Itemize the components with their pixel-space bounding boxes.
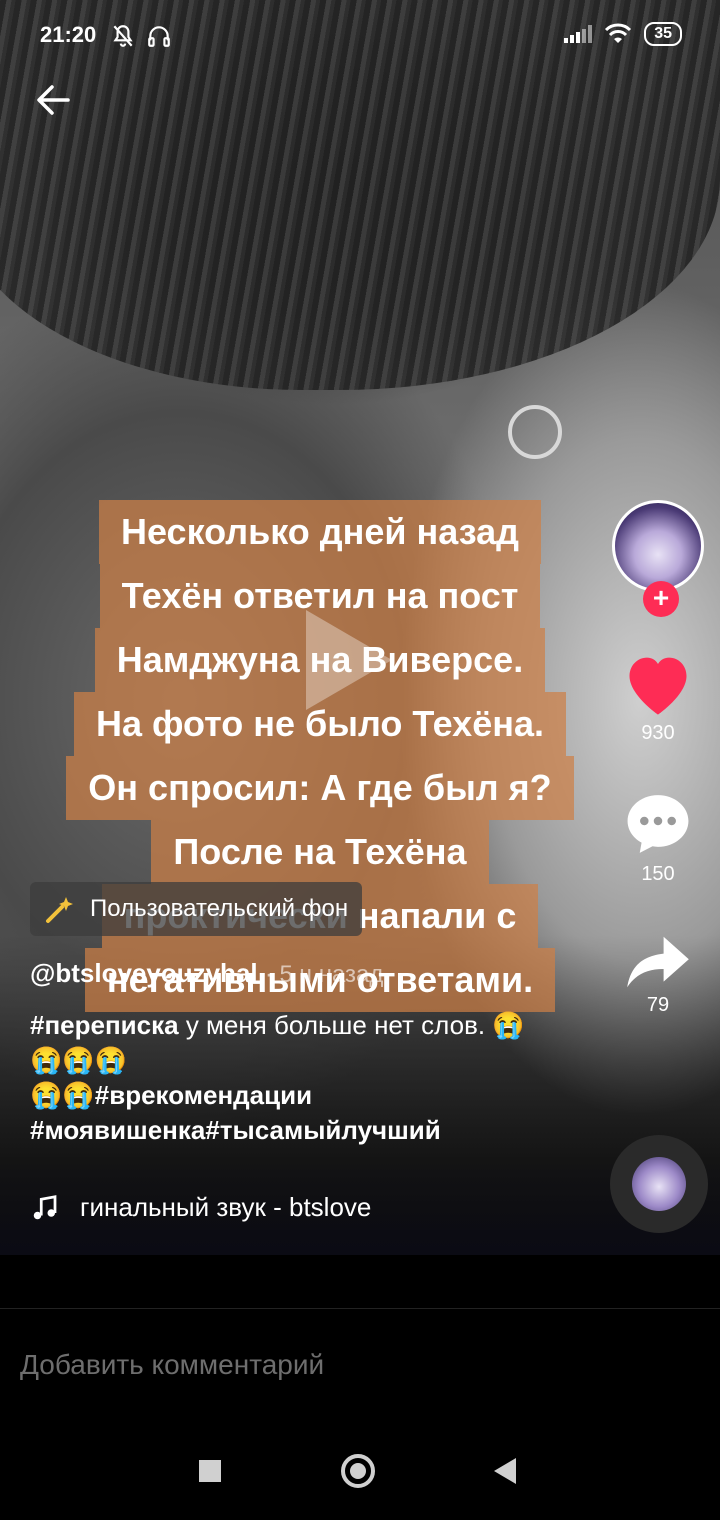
back-arrow-icon[interactable] xyxy=(32,78,76,122)
sound-title: гинальный звук - btslove xyxy=(80,1192,372,1222)
overlay-line: Он спросил: А где был я? xyxy=(66,756,574,820)
username[interactable]: @btsloveyouzyhal xyxy=(30,958,258,988)
music-disc-cover xyxy=(632,1157,686,1211)
post-time-ago: · 5 ч назад xyxy=(264,961,384,988)
mute-bell-icon xyxy=(113,25,133,47)
music-note-icon xyxy=(33,1194,57,1219)
like-count: 930 xyxy=(641,722,675,744)
hashtag-link[interactable]: #моявишенка#тысамыйлучший xyxy=(30,1115,441,1145)
caption-emoji: 😭😭 xyxy=(30,1080,95,1110)
status-bar: 21:20 35 xyxy=(0,0,720,70)
comment-bubble-icon[interactable] xyxy=(621,789,695,859)
status-time: 21:20 xyxy=(40,22,97,47)
post-caption: #переписка у меня больше нет слов. 😭😭😭😭 … xyxy=(30,1008,550,1148)
share-count: 79 xyxy=(646,994,670,1016)
sound-link[interactable]: гинальный звук - btslove xyxy=(30,1192,385,1223)
signal-icon xyxy=(564,25,593,43)
sparkle-wand-icon xyxy=(46,897,73,923)
heart-icon[interactable] xyxy=(620,648,696,718)
comment-count: 150 xyxy=(641,863,675,885)
wifi-icon xyxy=(605,23,632,43)
video-frame-earring xyxy=(508,405,562,459)
action-rail: + 930 150 79 xyxy=(608,500,708,1017)
overlay-line: После на Техёна xyxy=(151,820,489,884)
android-navigation-bar xyxy=(0,1420,720,1520)
comment-input-bar[interactable]: Добавить комментарий xyxy=(0,1308,720,1421)
back-button[interactable] xyxy=(494,1458,516,1484)
music-disc[interactable] xyxy=(610,1135,708,1233)
recents-button[interactable] xyxy=(199,1460,221,1482)
custom-background-label: Пользовательский фон xyxy=(90,895,349,922)
headphones-icon xyxy=(148,26,170,48)
follow-button[interactable]: + xyxy=(643,581,679,617)
play-icon[interactable] xyxy=(306,610,392,710)
status-notification-icons xyxy=(110,22,172,49)
battery-indicator: 35 xyxy=(644,22,682,46)
comment-input-placeholder[interactable]: Добавить комментарий xyxy=(20,1349,324,1381)
hashtag-link[interactable]: #врекомендации xyxy=(95,1080,312,1110)
home-button[interactable] xyxy=(341,1454,375,1488)
share-arrow-icon[interactable] xyxy=(623,934,693,990)
custom-background-tag[interactable]: Пользовательский фон xyxy=(30,882,363,936)
status-right-icons: 35 xyxy=(564,22,682,46)
hashtag-link[interactable]: #переписка xyxy=(30,1010,179,1040)
overlay-line: Несколько дней назад xyxy=(99,500,541,564)
creator-avatar[interactable]: + xyxy=(612,500,704,617)
post-author[interactable]: @btsloveyouzyhal · 5 ч назад xyxy=(30,958,383,989)
